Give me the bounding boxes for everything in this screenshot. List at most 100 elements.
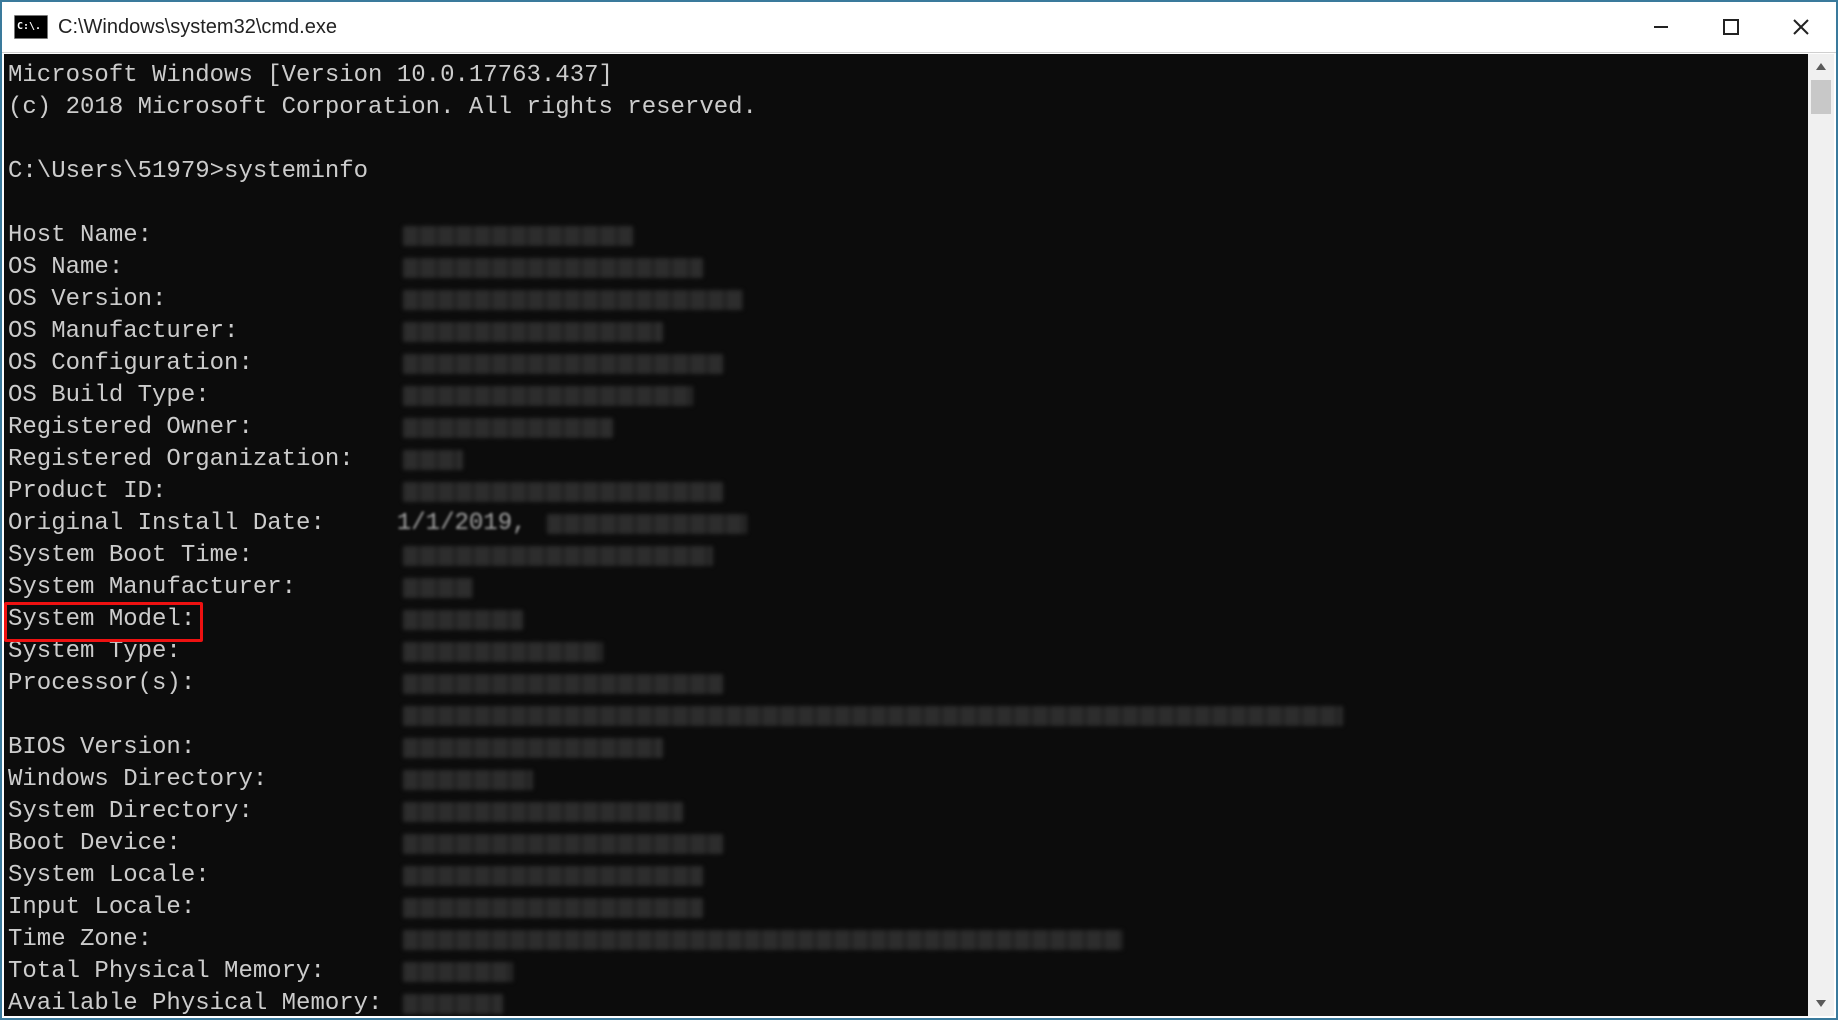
field-label: Processor(s): xyxy=(8,668,397,700)
minimize-button[interactable] xyxy=(1626,2,1696,52)
redacted-value xyxy=(403,482,723,502)
maximize-button[interactable] xyxy=(1696,2,1766,52)
blank-line xyxy=(8,188,1808,220)
field-label: System Manufacturer: xyxy=(8,572,397,604)
field-label: OS Build Type: xyxy=(8,380,397,412)
title-bar[interactable]: C:\. C:\Windows\system32\cmd.exe xyxy=(2,2,1836,53)
scroll-down-button[interactable] xyxy=(1808,990,1834,1016)
systeminfo-row: Time Zone: xyxy=(8,924,1808,956)
systeminfo-row: System Manufacturer: xyxy=(8,572,1808,604)
field-label: Time Zone: xyxy=(8,924,397,956)
redacted-value xyxy=(403,802,683,822)
chevron-up-icon xyxy=(1815,61,1827,73)
systeminfo-row: System Type: xyxy=(8,636,1808,668)
field-label xyxy=(8,700,397,732)
systeminfo-row: OS Configuration: xyxy=(8,348,1808,380)
redacted-value xyxy=(403,866,703,886)
field-label: OS Manufacturer: xyxy=(8,316,397,348)
maximize-icon xyxy=(1722,18,1740,36)
scroll-up-button[interactable] xyxy=(1808,54,1834,80)
redacted-value xyxy=(403,546,713,566)
prompt-path: C:\Users\51979> xyxy=(8,156,224,188)
chevron-down-icon xyxy=(1815,997,1827,1009)
systeminfo-row: OS Name: xyxy=(8,252,1808,284)
systeminfo-row: Product ID: xyxy=(8,476,1808,508)
systeminfo-row: Input Locale: xyxy=(8,892,1808,924)
field-label: BIOS Version: xyxy=(8,732,397,764)
prompt-line: C:\Users\51979>systeminfo xyxy=(8,156,1808,188)
systeminfo-row: OS Build Type: xyxy=(8,380,1808,412)
redacted-value xyxy=(403,706,1343,726)
prompt-command: systeminfo xyxy=(224,156,368,188)
systeminfo-row: Available Physical Memory: xyxy=(8,988,1808,1016)
redacted-value xyxy=(403,258,703,278)
redacted-value xyxy=(403,322,663,342)
systeminfo-row: OS Version: xyxy=(8,284,1808,316)
redacted-value xyxy=(403,290,743,310)
redacted-value xyxy=(403,226,633,246)
close-button[interactable] xyxy=(1766,2,1836,52)
field-label: OS Configuration: xyxy=(8,348,397,380)
blank-line xyxy=(8,124,1808,156)
systeminfo-row: Windows Directory: xyxy=(8,764,1808,796)
banner-line-1: Microsoft Windows [Version 10.0.17763.43… xyxy=(8,60,1808,92)
systeminfo-row: System Locale: xyxy=(8,860,1808,892)
systeminfo-row: Total Physical Memory: xyxy=(8,956,1808,988)
redacted-value xyxy=(403,994,503,1014)
field-label: System Directory: xyxy=(8,796,397,828)
field-label: Total Physical Memory: xyxy=(8,956,397,988)
redacted-value xyxy=(403,898,703,918)
systeminfo-row: System Directory: xyxy=(8,796,1808,828)
field-label: Available Physical Memory: xyxy=(8,988,397,1016)
redacted-value xyxy=(403,610,523,630)
redacted-value xyxy=(403,418,613,438)
field-label: System Boot Time: xyxy=(8,540,397,572)
systeminfo-row: OS Manufacturer: xyxy=(8,316,1808,348)
redacted-value xyxy=(403,354,723,374)
field-label: Boot Device: xyxy=(8,828,397,860)
systeminfo-row xyxy=(8,700,1808,732)
field-label: Host Name: xyxy=(8,220,397,252)
systeminfo-row: Host Name: xyxy=(8,220,1808,252)
field-label: System Model: xyxy=(8,604,397,636)
systeminfo-row: Processor(s): xyxy=(8,668,1808,700)
field-label: Registered Owner: xyxy=(8,412,397,444)
field-label: System Type: xyxy=(8,636,397,668)
redacted-value xyxy=(403,930,1123,950)
field-label: Windows Directory: xyxy=(8,764,397,796)
field-label: Product ID: xyxy=(8,476,397,508)
redacted-value xyxy=(403,834,723,854)
systeminfo-row: Boot Device: xyxy=(8,828,1808,860)
scroll-track[interactable] xyxy=(1808,80,1834,990)
banner-line-2: (c) 2018 Microsoft Corporation. All righ… xyxy=(8,92,1808,124)
systeminfo-row: Registered Owner: xyxy=(8,412,1808,444)
redacted-value xyxy=(403,770,533,790)
close-icon xyxy=(1792,18,1810,36)
field-label: Input Locale: xyxy=(8,892,397,924)
systeminfo-row: Registered Organization: xyxy=(8,444,1808,476)
redacted-value xyxy=(403,962,513,982)
scroll-thumb[interactable] xyxy=(1811,80,1831,114)
cmd-window: C:\. C:\Windows\system32\cmd.exe Microso… xyxy=(0,0,1838,1020)
vertical-scrollbar[interactable] xyxy=(1808,54,1834,1016)
redacted-value xyxy=(403,642,603,662)
redacted-value xyxy=(403,578,473,598)
field-label: OS Name: xyxy=(8,252,397,284)
redacted-value xyxy=(403,674,723,694)
systeminfo-row: System Model: xyxy=(8,604,1808,636)
field-partial-value: 1/1/2019, xyxy=(397,508,541,540)
redacted-value xyxy=(547,514,747,534)
field-label: OS Version: xyxy=(8,284,397,316)
cmd-icon: C:\. xyxy=(14,15,48,39)
window-title: C:\Windows\system32\cmd.exe xyxy=(58,16,337,39)
client-area: Microsoft Windows [Version 10.0.17763.43… xyxy=(4,54,1834,1016)
field-label: Original Install Date: xyxy=(8,508,397,540)
minimize-icon xyxy=(1652,18,1670,36)
redacted-value xyxy=(403,738,663,758)
redacted-value xyxy=(403,450,463,470)
field-label: Registered Organization: xyxy=(8,444,397,476)
systeminfo-row: BIOS Version: xyxy=(8,732,1808,764)
systeminfo-row: Original Install Date: 1/1/2019, xyxy=(8,508,1808,540)
redacted-value xyxy=(403,386,693,406)
console-output[interactable]: Microsoft Windows [Version 10.0.17763.43… xyxy=(4,54,1808,1016)
